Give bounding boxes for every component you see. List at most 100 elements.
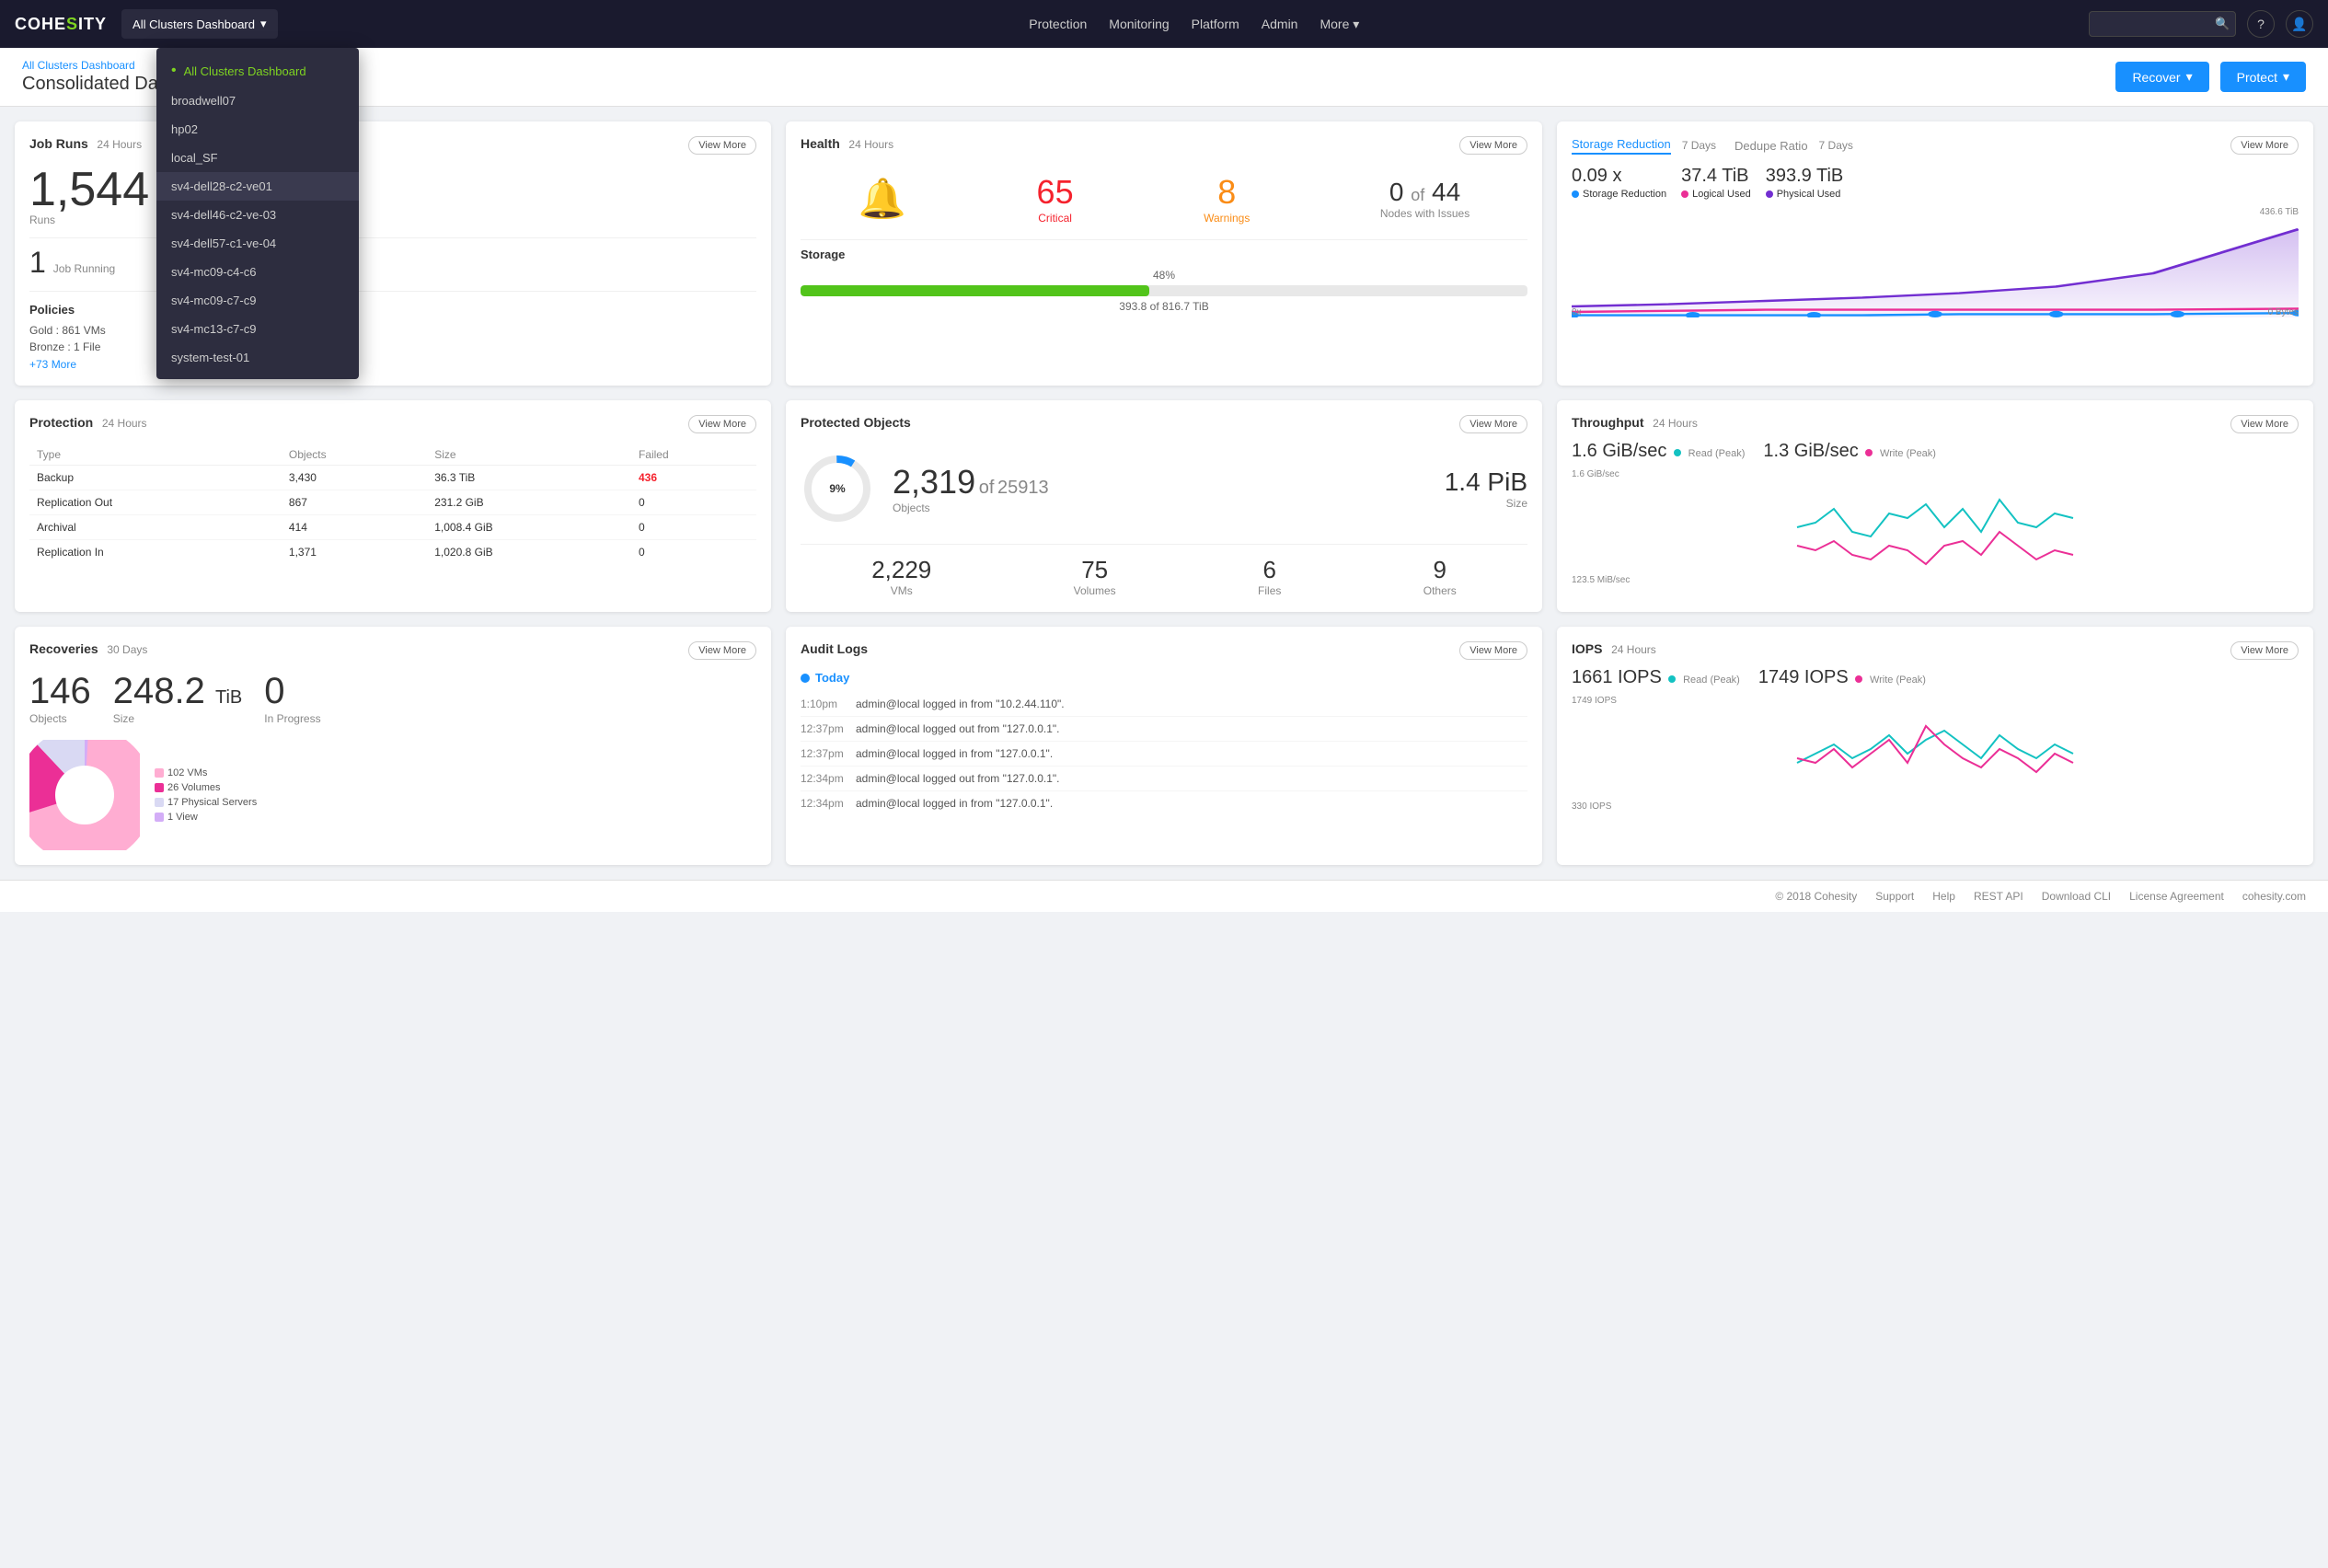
- po-header: Protected Objects View More: [801, 415, 1527, 433]
- row-repl-out-objects: 867: [282, 490, 427, 515]
- dropdown-item-sv4-mc09-c7[interactable]: sv4-mc09-c7-c9: [156, 286, 359, 315]
- help-button[interactable]: ?: [2247, 10, 2275, 38]
- po-count: 2,319: [893, 463, 975, 501]
- search-box[interactable]: 🔍: [2089, 11, 2236, 37]
- iops-view-more[interactable]: View More: [2230, 641, 2299, 660]
- dropdown-item-sv4-dell46[interactable]: sv4-dell46-c2-ve-03: [156, 201, 359, 229]
- row-backup-objects: 3,430: [282, 466, 427, 490]
- row-backup-failed: 436: [631, 466, 756, 490]
- row-archival-type: Archival: [29, 515, 282, 540]
- nav-more[interactable]: More ▾: [1320, 17, 1359, 32]
- audit-time-5: 12:34pm: [801, 797, 856, 810]
- footer-license[interactable]: License Agreement: [2129, 890, 2224, 903]
- iops-chart-svg: [1572, 708, 2299, 800]
- protect-chevron-icon: ▾: [2283, 69, 2289, 85]
- dropdown-item-system-test[interactable]: system-test-01: [156, 343, 359, 372]
- rec-metrics: 146 Objects 248.2 TiB Size 0 In Progress: [29, 671, 756, 725]
- dropdown-item-sv4-dell28[interactable]: sv4-dell28-c2-ve01: [156, 172, 359, 201]
- more-policies-link[interactable]: +73 More: [29, 358, 76, 371]
- table-row: Archival 414 1,008.4 GiB 0: [29, 515, 756, 540]
- cluster-dropdown-label: All Clusters Dashboard: [133, 17, 255, 31]
- policy-gold: Gold : 861 VMs: [29, 324, 756, 337]
- audit-entry-4: 12:34pm admin@local logged out from "127…: [801, 767, 1527, 791]
- audit-entry-2: 12:37pm admin@local logged out from "127…: [801, 717, 1527, 742]
- storage-title: Storage: [801, 248, 1527, 261]
- dropdown-item-sv4-mc13[interactable]: sv4-mc13-c7-c9: [156, 315, 359, 343]
- protection-view-more[interactable]: View More: [688, 415, 756, 433]
- footer-support[interactable]: Support: [1875, 890, 1914, 903]
- tp-read-label: Read (Peak): [1688, 448, 1746, 459]
- sr-metric1: 0.09 x Storage Reduction: [1572, 166, 1666, 200]
- audit-view-more[interactable]: View More: [1459, 641, 1527, 660]
- search-input[interactable]: [2099, 17, 2209, 31]
- iops-write-dot: [1855, 675, 1862, 683]
- job-runs-view-more[interactable]: View More: [688, 136, 756, 155]
- sr-header: Storage Reduction 7 Days Dedupe Ratio 7 …: [1572, 136, 2299, 155]
- storage-section: Storage 48% 393.8 of 816.7 TiB: [801, 248, 1527, 313]
- audit-msg-5: admin@local logged in from "127.0.0.1".: [856, 797, 1053, 810]
- iops-metrics: 1661 IOPS Read (Peak) 1749 IOPS Write (P…: [1572, 667, 2299, 688]
- rec-view-more[interactable]: View More: [688, 641, 756, 660]
- health-alert-icon: 🔔: [859, 177, 906, 222]
- pie-label-vms: 102 VMs: [155, 767, 257, 778]
- cluster-dropdown-menu: • All Clusters Dashboard broadwell07 hp0…: [156, 48, 359, 379]
- footer-help[interactable]: Help: [1932, 890, 1955, 903]
- dropdown-item-broadwell07[interactable]: broadwell07: [156, 86, 359, 115]
- dropdown-item-sv4-dell57[interactable]: sv4-dell57-c1-ve-04: [156, 229, 359, 258]
- po-main: 9% 2,319 of 25913 Objects 1.4 PiB Size: [801, 444, 1527, 533]
- dropdown-item-all-clusters[interactable]: • All Clusters Dashboard: [156, 55, 359, 86]
- storage-reduction-card: Storage Reduction 7 Days Dedupe Ratio 7 …: [1557, 121, 2313, 386]
- footer-website[interactable]: cohesity.com: [2242, 890, 2306, 903]
- footer-copyright: © 2018 Cohesity: [1775, 890, 1857, 903]
- tp-header: Throughput 24 Hours View More: [1572, 415, 2299, 433]
- sr-metric2-val: 37.4 TiB: [1681, 166, 1751, 187]
- dropdown-item-sv4-mc09-c4[interactable]: sv4-mc09-c4-c6: [156, 258, 359, 286]
- audit-header: Audit Logs View More: [801, 641, 1527, 660]
- row-archival-failed: 0: [631, 515, 756, 540]
- row-repl-in-size: 1,020.8 GiB: [427, 540, 631, 565]
- sr-chart-ymin: 0 Bytes: [2268, 307, 2299, 317]
- po-circle: 9%: [801, 452, 874, 525]
- sr-view-more[interactable]: View More: [2230, 136, 2299, 155]
- recover-chevron-icon: ▾: [2186, 69, 2193, 85]
- sr-tab2[interactable]: Dedupe Ratio: [1734, 139, 1808, 153]
- pie-chart-container: [29, 740, 140, 850]
- iops-title: IOPS: [1572, 641, 1602, 656]
- cluster-dropdown-button[interactable]: All Clusters Dashboard ▾: [121, 9, 277, 39]
- recover-button[interactable]: Recover ▾: [2115, 62, 2208, 92]
- po-others-num: 9: [1423, 556, 1457, 584]
- po-view-more[interactable]: View More: [1459, 415, 1527, 433]
- footer-rest-api[interactable]: REST API: [1974, 890, 2023, 903]
- dropdown-item-hp02[interactable]: hp02: [156, 115, 359, 144]
- policies-section: Policies Gold : 861 VMs Bronze : 1 File …: [29, 303, 756, 371]
- health-nodes: 0 of 44 Nodes with Issues: [1380, 178, 1469, 220]
- dropdown-item-local-sf[interactable]: local_SF: [156, 144, 359, 172]
- nav-platform[interactable]: Platform: [1192, 17, 1239, 32]
- health-subtitle: 24 Hours: [848, 138, 893, 151]
- po-files-num: 6: [1258, 556, 1281, 584]
- sr-metric3-label: Physical Used: [1766, 189, 1844, 200]
- rec-size-label: Size: [113, 712, 243, 725]
- po-of: of: [979, 478, 995, 498]
- po-count-area: 2,319 of 25913 Objects: [893, 463, 1049, 514]
- po-size-label: Size: [1445, 497, 1527, 510]
- nav-monitoring[interactable]: Monitoring: [1109, 17, 1169, 32]
- pie-chart-svg: [29, 740, 140, 850]
- protect-button[interactable]: Protect ▾: [2220, 62, 2306, 92]
- nav-protection[interactable]: Protection: [1029, 17, 1087, 32]
- sr-chart-ymax: 436.6 TiB: [2260, 207, 2299, 217]
- iops-chart: [1572, 708, 2299, 800]
- po-size-area: 1.4 PiB Size: [1445, 467, 1527, 510]
- user-button[interactable]: 👤: [2286, 10, 2313, 38]
- row-repl-in-failed: 0: [631, 540, 756, 565]
- job-running-label: Job Running: [53, 262, 115, 275]
- po-vms-label: VMs: [871, 584, 931, 597]
- policies-title: Policies: [29, 303, 756, 317]
- sr-tab-active[interactable]: Storage Reduction: [1572, 137, 1671, 155]
- footer-download-cli[interactable]: Download CLI: [2042, 890, 2111, 903]
- tp-view-more[interactable]: View More: [2230, 415, 2299, 433]
- nav-admin[interactable]: Admin: [1262, 17, 1298, 32]
- sr-tab2-days: 7 Days: [1819, 139, 1853, 152]
- audit-today-dot: [801, 674, 810, 683]
- health-view-more[interactable]: View More: [1459, 136, 1527, 155]
